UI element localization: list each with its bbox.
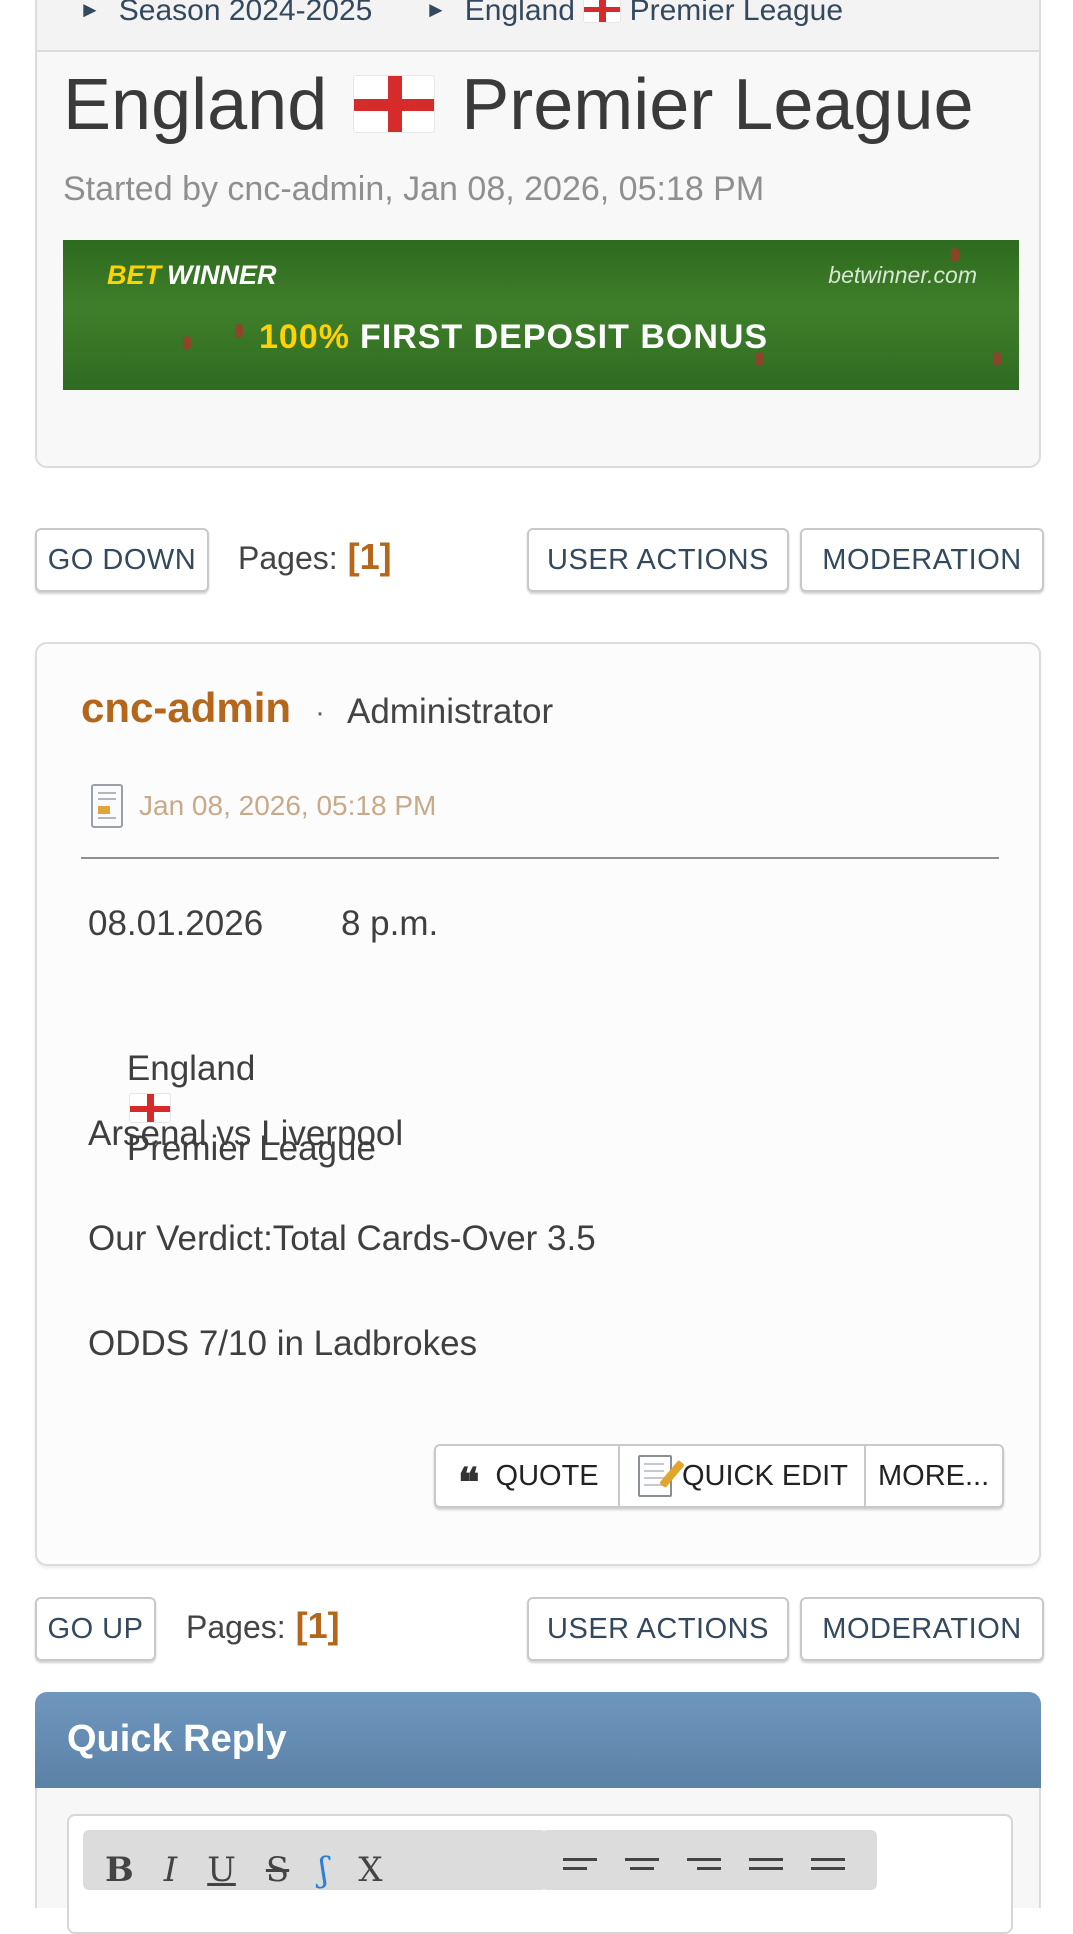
breadcrumb: ► Season 2024-2025 ► England Premier Leagu… bbox=[37, 0, 1039, 52]
banner-player-figure bbox=[993, 352, 1001, 366]
moderation-button[interactable]: MODERATION bbox=[800, 1597, 1044, 1661]
remove-format-button[interactable]: X bbox=[358, 1850, 382, 1890]
quote-label: QUOTE bbox=[495, 1459, 599, 1492]
pagination: Pages: [1] bbox=[186, 1605, 340, 1647]
post-line-league-text: England bbox=[126, 1049, 256, 1088]
go-up-button[interactable]: GO UP bbox=[35, 1597, 156, 1661]
edit-document-icon bbox=[638, 1455, 685, 1497]
banner-slogan: 100% FIRST DEPOSIT BONUS bbox=[259, 318, 768, 357]
breadcrumb-arrow-icon: ► bbox=[79, 0, 101, 22]
breadcrumb-arrow-icon: ► bbox=[425, 0, 447, 22]
align-left-icon[interactable] bbox=[563, 1858, 597, 1888]
page-title-text: Premier League bbox=[461, 65, 974, 145]
post-line-odds: ODDS 7/10 in Ladbrokes bbox=[88, 1324, 478, 1363]
betwinner-logo: BET WINNER bbox=[107, 260, 277, 291]
england-flag-icon bbox=[353, 74, 436, 133]
bold-button[interactable]: B bbox=[105, 1850, 134, 1890]
underline-button[interactable]: U bbox=[207, 1850, 236, 1890]
quick-reply-body: B I U S ʃ X bbox=[35, 1788, 1041, 1934]
quote-button[interactable]: ❝ QUOTE bbox=[436, 1446, 618, 1506]
post-line-league: England Premier League bbox=[88, 1009, 376, 1209]
reply-editor[interactable]: B I U S ʃ X bbox=[67, 1814, 1013, 1934]
breadcrumb-item-season[interactable]: ► Season 2024-2025 bbox=[79, 0, 372, 28]
breadcrumb-item-label[interactable]: England bbox=[465, 0, 575, 27]
strikethrough-button[interactable]: S bbox=[266, 1850, 289, 1890]
banner-player-figure bbox=[951, 248, 959, 262]
quick-reply-title: Quick Reply bbox=[67, 1718, 287, 1760]
format-toolbar: B I U S ʃ X bbox=[83, 1830, 547, 1890]
moderation-button[interactable]: MODERATION bbox=[800, 528, 1044, 592]
align-toolbar bbox=[541, 1830, 877, 1890]
pages-label: Pages: bbox=[238, 540, 338, 576]
user-actions-button[interactable]: USER ACTIONS bbox=[527, 528, 789, 592]
align-right-icon[interactable] bbox=[687, 1858, 721, 1888]
post-card: cnc-admin · Administrator Jan 08, 2026, … bbox=[35, 642, 1041, 1566]
betwinner-logo-winner: WINNER bbox=[167, 260, 277, 290]
go-down-button[interactable]: GO DOWN bbox=[35, 528, 209, 592]
page-number-link[interactable]: [1] bbox=[296, 1605, 340, 1646]
england-flag-icon bbox=[583, 0, 622, 24]
breadcrumb-item-label[interactable]: Premier League bbox=[630, 0, 843, 27]
post-date-link[interactable]: Jan 08, 2026, 05:18 PM bbox=[139, 790, 436, 822]
poster-role: Administrator bbox=[347, 692, 554, 731]
italic-button[interactable]: I bbox=[164, 1850, 177, 1890]
font-style-button[interactable]: ʃ bbox=[319, 1850, 328, 1890]
page-title: England Premier League bbox=[63, 64, 974, 146]
betwinner-ad-banner[interactable]: BET WINNER betwinner.com 100% FIRST DEPOSI… bbox=[63, 240, 1019, 390]
page-title-text: England bbox=[63, 65, 328, 145]
post-action-group: ❝ QUOTE QUICK EDIT MORE... bbox=[434, 1444, 1004, 1508]
banner-slogan-percent: 100% bbox=[259, 318, 350, 356]
topic-header-card: ► Season 2024-2025 ► England Premier Leagu… bbox=[35, 0, 1041, 468]
post-line-verdict: Our Verdict:Total Cards-Over 3.5 bbox=[88, 1219, 596, 1258]
align-justify-icon[interactable] bbox=[749, 1858, 783, 1888]
page-number-link[interactable]: [1] bbox=[348, 536, 392, 577]
quick-edit-button[interactable]: QUICK EDIT bbox=[618, 1446, 864, 1506]
post-divider bbox=[81, 857, 999, 859]
poster-name-link[interactable]: cnc-admin bbox=[81, 684, 291, 732]
quote-icon: ❝ bbox=[458, 1458, 480, 1506]
more-button[interactable]: MORE... bbox=[864, 1446, 1002, 1506]
topic-started-by: Started by cnc-admin, Jan 08, 2026, 05:1… bbox=[63, 170, 765, 208]
separator-dot: · bbox=[315, 696, 325, 729]
quick-reply-header[interactable]: Quick Reply bbox=[35, 1692, 1041, 1788]
banner-slogan-text: FIRST DEPOSIT BONUS bbox=[359, 318, 769, 356]
post-document-icon bbox=[91, 784, 123, 828]
post-line-match: Arsenal vs Liverpool bbox=[88, 1114, 404, 1153]
horizontal-rule-icon[interactable] bbox=[811, 1858, 845, 1888]
pagination: Pages: [1] bbox=[238, 536, 392, 578]
pages-label: Pages: bbox=[186, 1609, 286, 1645]
quick-edit-label: QUICK EDIT bbox=[682, 1459, 848, 1492]
user-actions-button[interactable]: USER ACTIONS bbox=[527, 1597, 789, 1661]
banner-player-figure bbox=[183, 336, 191, 350]
breadcrumb-item-league[interactable]: ► England Premier League bbox=[425, 0, 843, 28]
banner-site: betwinner.com bbox=[828, 262, 977, 288]
betwinner-logo-bet: BET bbox=[107, 260, 161, 290]
banner-player-figure bbox=[235, 324, 243, 338]
align-center-icon[interactable] bbox=[625, 1858, 659, 1888]
breadcrumb-item-label[interactable]: Season 2024-2025 bbox=[119, 0, 373, 27]
post-line-date-time: 08.01.2026 8 p.m. bbox=[88, 904, 439, 943]
